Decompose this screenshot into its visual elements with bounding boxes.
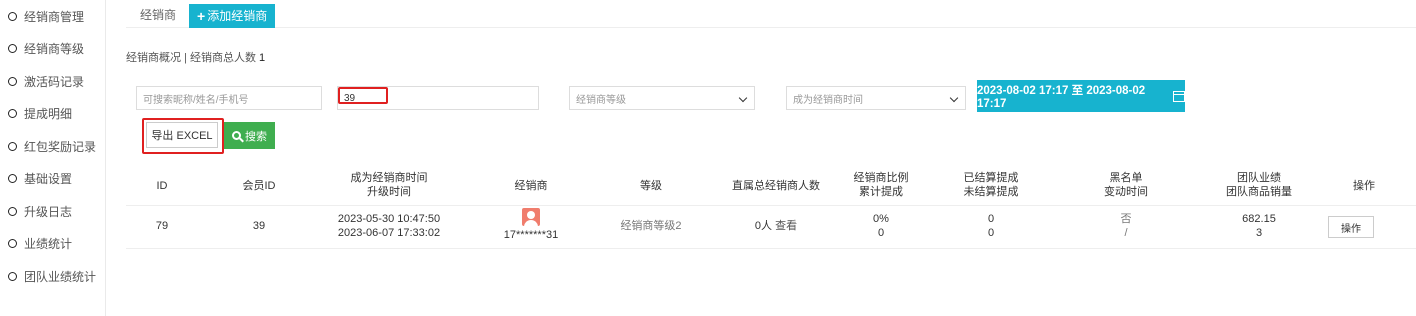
add-distributor-button[interactable]: + 添加经销商 <box>189 4 276 28</box>
circle-icon <box>8 11 17 21</box>
main-content: 经销商 + 添加经销商 经销商概况 | 经销商总人数 1 可搜索昵称/姓名/手机号… <box>106 0 1416 316</box>
sidebar-item-red-packet-rewards[interactable]: 红包奖励记录 <box>0 130 105 163</box>
search-button[interactable]: 搜索 <box>224 122 275 149</box>
table-row-bottom <box>126 248 1416 249</box>
header-blacklist-time: 变动时间 <box>1104 186 1148 198</box>
cell-team-sales: 3 <box>1255 227 1263 239</box>
time-select[interactable]: 成为经销商时间 <box>786 86 966 110</box>
date-range-picker[interactable]: 2023-08-02 17:17 至 2023-08-02 17:17 <box>977 80 1185 112</box>
cell-direct-count: 0人 查看 <box>726 220 826 233</box>
search-icon <box>232 131 241 140</box>
export-excel-button[interactable]: 导出 EXCEL <box>146 122 218 148</box>
sidebar-item-commission-details[interactable]: 提成明细 <box>0 98 105 131</box>
distributor-summary: 经销商概况 | 经销商总人数 1 <box>126 49 265 65</box>
header-member-id: 会员ID <box>242 180 276 192</box>
cell-distributor-name: 17*******31 <box>503 229 559 241</box>
sidebar: 经销商管理 经销商等级 激活码记录 提成明细 红包奖励记录 基础设置 升级日志 … <box>0 0 106 316</box>
chevron-down-icon <box>738 93 748 103</box>
search-button-label: 搜索 <box>245 130 267 143</box>
header-upgrade-time: 升级时间 <box>367 186 411 198</box>
sidebar-item-label: 团队业绩统计 <box>24 269 97 284</box>
summary-label: 经销商概况 | 经销商总人数 <box>126 52 256 64</box>
header-operation: 操作 <box>1353 180 1375 192</box>
cell-id: 79 <box>155 220 169 232</box>
operation-button[interactable]: 操作 <box>1328 216 1374 238</box>
header-ratio: 经销商比例 <box>853 172 909 184</box>
header-accumulated: 累计提成 <box>859 186 903 198</box>
sidebar-item-label: 激活码记录 <box>24 74 85 89</box>
header-blacklist: 黑名单 <box>1109 172 1143 184</box>
circle-icon <box>8 44 17 54</box>
sidebar-item-team-performance-stats[interactable]: 团队业绩统计 <box>0 260 105 293</box>
sidebar-item-label: 经销商等级 <box>24 42 85 57</box>
sidebar-item-distributor-level[interactable]: 经销商等级 <box>0 33 105 66</box>
header-distributor: 经销商 <box>514 180 548 192</box>
header-id: ID <box>156 180 168 192</box>
circle-icon <box>8 271 17 281</box>
circle-icon <box>8 141 17 151</box>
summary-count: 1 <box>259 52 266 64</box>
sidebar-item-upgrade-log[interactable]: 升级日志 <box>0 195 105 228</box>
cell-member-id: 39 <box>252 220 266 232</box>
cell-ratio: 0% <box>873 213 889 225</box>
search-input[interactable]: 可搜索昵称/姓名/手机号 <box>136 86 322 110</box>
sidebar-item-performance-stats[interactable]: 业绩统计 <box>0 228 105 261</box>
circle-icon <box>8 206 17 216</box>
sidebar-item-label: 升级日志 <box>24 204 73 219</box>
cell-level: 经销商等级2 <box>620 220 682 232</box>
header-settled: 已结算提成 <box>963 172 1019 184</box>
table-divider <box>126 205 1416 206</box>
highlight-box-member-id <box>338 87 388 104</box>
view-link[interactable]: 查看 <box>775 220 797 232</box>
header-team-performance: 团队业绩 <box>1237 172 1281 184</box>
sidebar-item-distributor-management[interactable]: 经销商管理 <box>0 0 105 33</box>
header-unsettled: 未结算提成 <box>963 186 1019 198</box>
time-select-label: 成为经销商时间 <box>793 94 863 106</box>
sidebar-item-label: 业绩统计 <box>24 237 73 252</box>
plus-icon: + <box>197 8 206 24</box>
add-distributor-label: 添加经销商 <box>207 9 268 23</box>
header-direct-count: 直属总经销商人数 <box>732 180 820 192</box>
cell-settled: 0 <box>987 213 995 225</box>
sidebar-item-label: 提成明细 <box>24 107 73 122</box>
level-select[interactable]: 经销商等级 <box>569 86 755 110</box>
cell-accumulated: 0 <box>877 227 885 239</box>
sidebar-item-label: 经销商管理 <box>24 9 85 24</box>
direct-count-value: 0人 <box>754 220 773 232</box>
header-level: 等级 <box>640 180 662 192</box>
circle-icon <box>8 76 17 86</box>
circle-icon <box>8 109 17 119</box>
date-range-label: 2023-08-02 17:17 至 2023-08-02 17:17 <box>977 85 1146 110</box>
cell-became-time: 2023-05-30 10:47:50 <box>337 213 441 225</box>
circle-icon <box>8 174 17 184</box>
sidebar-item-label: 基础设置 <box>24 172 73 187</box>
header-team-sales: 团队商品销量 <box>1226 186 1292 198</box>
cell-unsettled: 0 <box>987 227 995 239</box>
cell-team-performance: 682.15 <box>1242 213 1276 225</box>
cell-blacklist: 否 <box>1120 213 1132 225</box>
level-select-label: 经销商等级 <box>576 94 626 106</box>
cell-blacklist-time: / <box>1124 227 1128 239</box>
sidebar-item-activation-codes[interactable]: 激活码记录 <box>0 65 105 98</box>
tab-bar: 经销商 + 添加经销商 <box>126 4 1416 28</box>
cell-upgrade-time: 2023-06-07 17:33:02 <box>337 227 441 239</box>
sidebar-item-label: 红包奖励记录 <box>24 139 97 154</box>
calendar-icon <box>1173 90 1185 102</box>
tab-distributor[interactable]: 经销商 <box>126 6 189 27</box>
chevron-down-icon <box>949 93 959 103</box>
header-became-time: 成为经销商时间 <box>350 172 428 184</box>
circle-icon <box>8 239 17 249</box>
sidebar-item-basic-settings[interactable]: 基础设置 <box>0 163 105 196</box>
avatar <box>522 208 540 226</box>
